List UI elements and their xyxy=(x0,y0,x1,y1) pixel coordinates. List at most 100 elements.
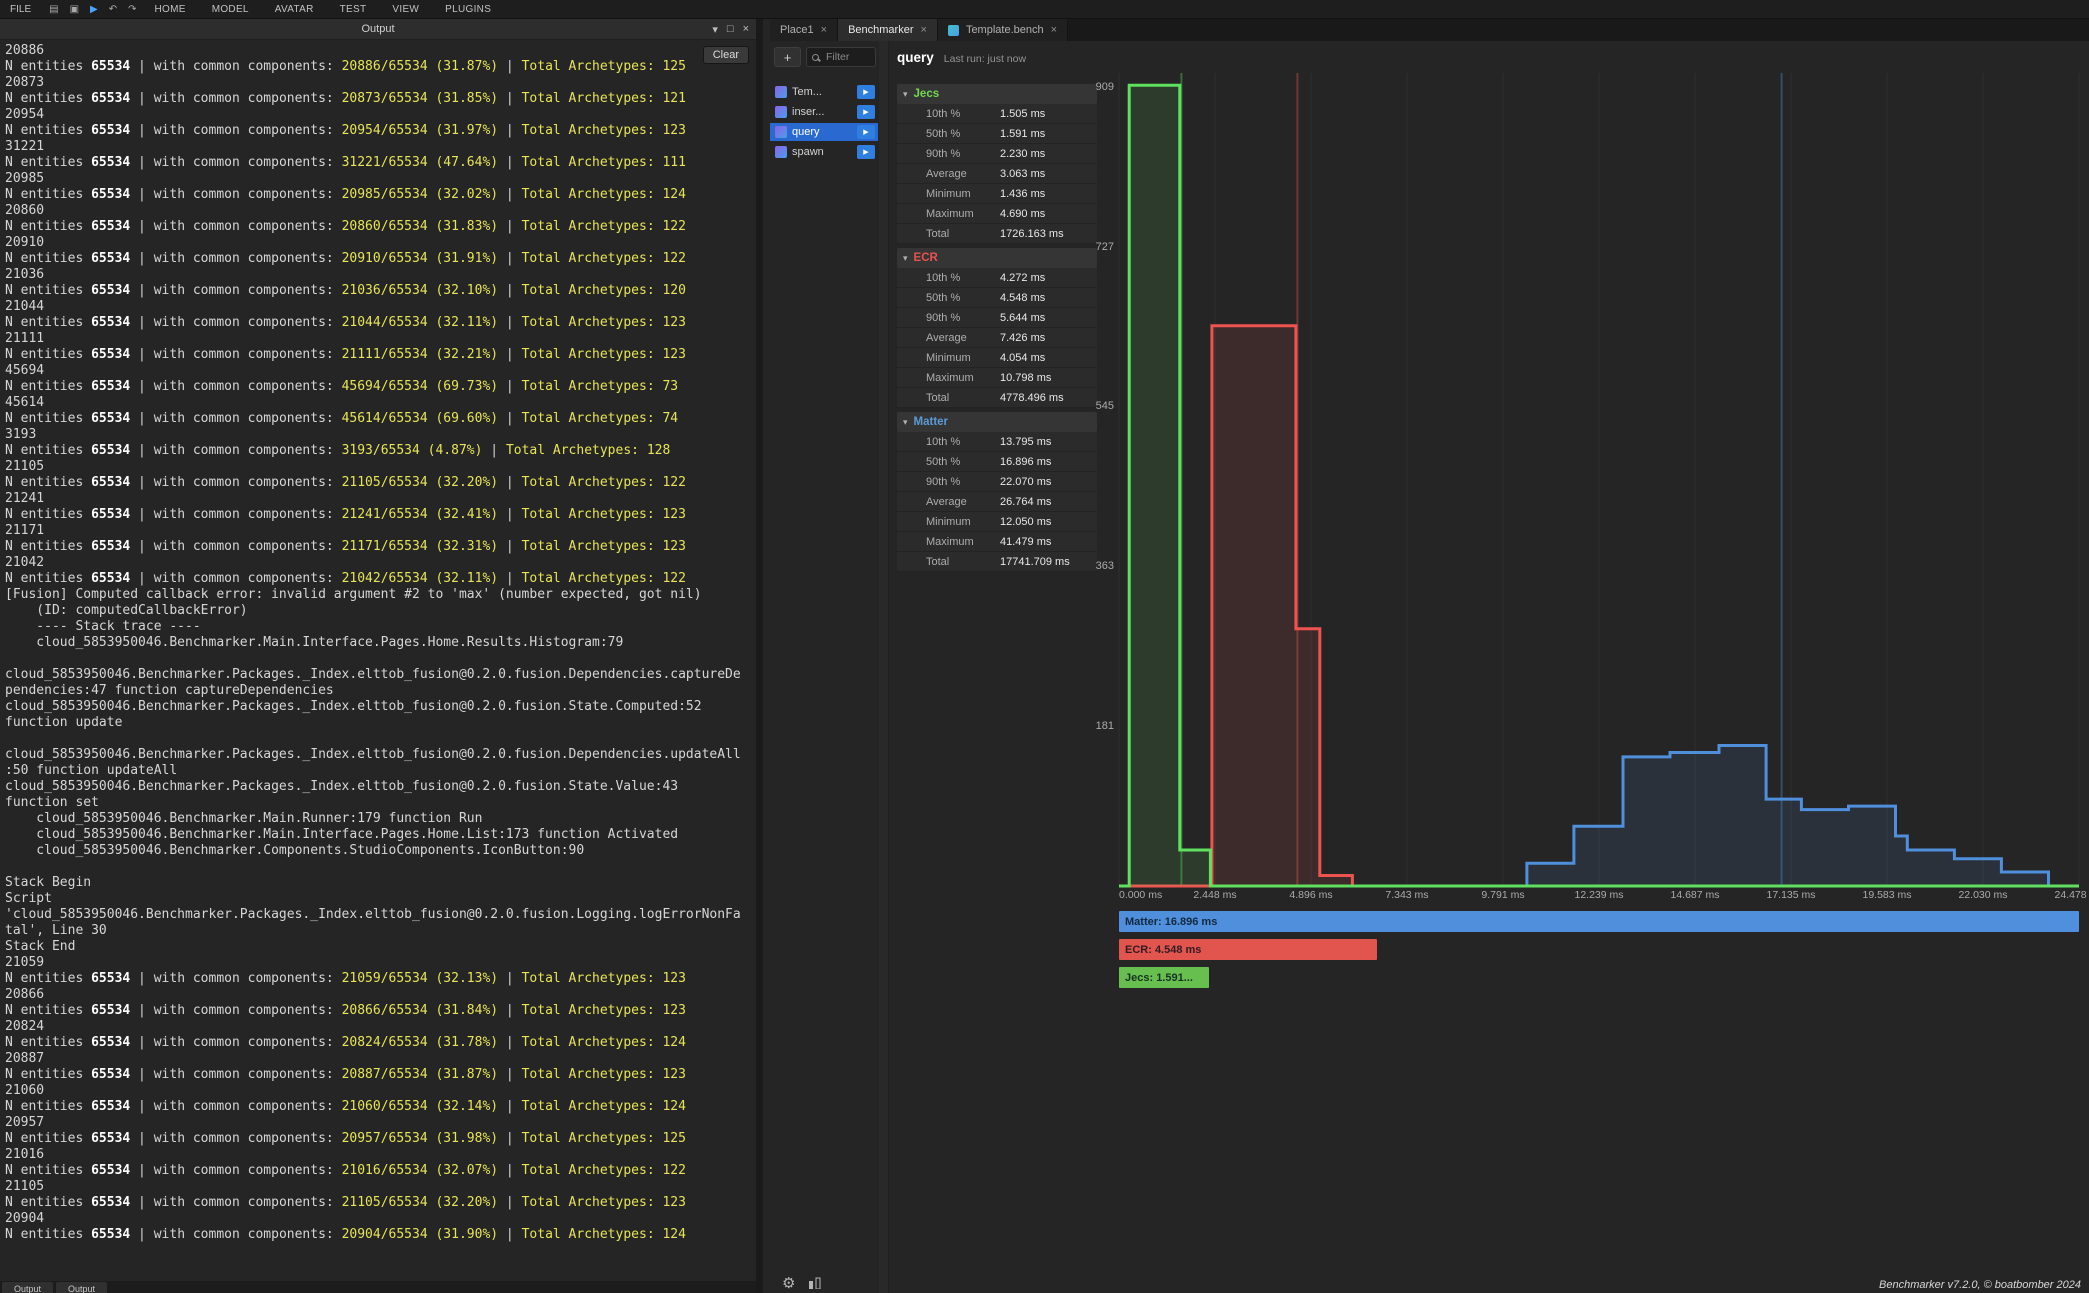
benchmark-item-inser[interactable]: inser...▶ xyxy=(770,103,878,121)
chevron-down-icon: ▾ xyxy=(903,89,908,100)
settings-icon[interactable]: ⚙ xyxy=(782,1274,795,1292)
chevron-down-icon[interactable]: ▾ xyxy=(712,23,718,36)
output-error-line: Script xyxy=(5,891,756,907)
file-icon[interactable]: ▤ xyxy=(49,4,58,15)
stat-value: 4778.496 ms xyxy=(1000,392,1064,404)
menu-view[interactable]: VIEW xyxy=(392,4,419,15)
output-error-line: cloud_5853950046.Benchmarker.Main.Interf… xyxy=(5,635,756,651)
stat-row: 90th %5.644 ms xyxy=(897,308,1097,328)
output-error-line: cloud_5853950046.Benchmarker.Components.… xyxy=(5,843,756,859)
y-tick-label: 181 xyxy=(1062,720,1114,735)
stat-label: 90th % xyxy=(926,148,1000,160)
close-icon[interactable]: × xyxy=(1051,24,1057,36)
tab-place1[interactable]: Place1× xyxy=(770,19,838,41)
filter-box[interactable] xyxy=(806,47,876,67)
benchmark-file-icon xyxy=(775,126,787,138)
output-error-line: cloud_5853950046.Benchmarker.Packages._I… xyxy=(5,747,756,763)
undo-icon[interactable]: ↶ xyxy=(109,4,117,15)
x-tick-label: 9.791 ms xyxy=(1481,889,1524,901)
entity-count-line: 45614 xyxy=(5,395,756,411)
entity-detail-line: N entities 65534 | with common component… xyxy=(5,1195,756,1211)
stats-sections: ▾Jecs10th %1.505 ms50th %1.591 ms90th %2… xyxy=(897,84,1097,576)
entity-count-line: 21105 xyxy=(5,1179,756,1195)
x-tick-label: 22.030 ms xyxy=(1958,889,2007,901)
legend-bar-ecr: ECR: 4.548 ms xyxy=(1119,939,1377,960)
output-dock-tab[interactable]: Output xyxy=(2,1282,53,1293)
output-error-line: function update xyxy=(5,715,756,731)
stat-label: 10th % xyxy=(926,272,1000,284)
stat-value: 16.896 ms xyxy=(1000,456,1051,468)
tab-benchmarker[interactable]: Benchmarker× xyxy=(838,19,938,41)
run-play-icon[interactable]: ▶ xyxy=(857,85,875,99)
stat-row: Maximum10.798 ms xyxy=(897,368,1097,388)
menu-model[interactable]: MODEL xyxy=(212,4,249,15)
close-icon[interactable]: × xyxy=(743,23,749,35)
sidebar-divider[interactable] xyxy=(878,41,889,1293)
menu-avatar[interactable]: AVATAR xyxy=(275,4,314,15)
output-error-line xyxy=(5,651,756,667)
entity-detail-line: N entities 65534 | with common component… xyxy=(5,187,756,203)
menu-plugins[interactable]: PLUGINS xyxy=(445,4,491,15)
entity-detail-line: N entities 65534 | with common component… xyxy=(5,1131,756,1147)
stats-section-jecs: ▾Jecs10th %1.505 ms50th %1.591 ms90th %2… xyxy=(897,84,1097,244)
stat-row: 10th %1.505 ms xyxy=(897,104,1097,124)
benchmark-item-Tem[interactable]: Tem... ▶ xyxy=(770,83,878,101)
stat-row: Minimum4.054 ms xyxy=(897,348,1097,368)
stat-value: 1726.163 ms xyxy=(1000,228,1064,240)
stat-row: 90th %2.230 ms xyxy=(897,144,1097,164)
benchmark-file-icon xyxy=(775,86,787,98)
entity-count-line: 21016 xyxy=(5,1147,756,1163)
output-error-line: pendencies:47 function captureDependenci… xyxy=(5,683,756,699)
stat-value: 4.690 ms xyxy=(1000,208,1045,220)
output-error-line: ---- Stack trace ---- xyxy=(5,619,756,635)
close-icon[interactable]: × xyxy=(921,24,927,36)
menu-home[interactable]: HOME xyxy=(155,4,186,15)
add-benchmark-button[interactable]: + xyxy=(774,47,801,67)
stat-row: Minimum12.050 ms xyxy=(897,512,1097,532)
stat-row: Average3.063 ms xyxy=(897,164,1097,184)
run-play-icon[interactable]: ▶ xyxy=(857,125,875,139)
entity-count-line: 31221 xyxy=(5,139,756,155)
filter-input[interactable] xyxy=(824,50,870,64)
stat-label: Average xyxy=(926,332,1000,344)
tab-template-bench[interactable]: Template.bench× xyxy=(938,19,1068,41)
menu-test[interactable]: TEST xyxy=(340,4,367,15)
save-icon[interactable]: ▣ xyxy=(70,4,79,15)
entity-detail-line: N entities 65534 | with common component… xyxy=(5,971,756,987)
entity-detail-line: N entities 65534 | with common component… xyxy=(5,315,756,331)
output-dock-tab[interactable]: Output xyxy=(56,1282,107,1293)
close-icon[interactable]: × xyxy=(821,24,827,36)
output-error-line: function set xyxy=(5,795,756,811)
entity-detail-line: N entities 65534 | with common component… xyxy=(5,475,756,491)
entity-detail-line: N entities 65534 | with common component… xyxy=(5,539,756,555)
run-play-icon[interactable]: ▶ xyxy=(857,105,875,119)
output-panel-header[interactable]: Output ▾□× xyxy=(0,19,756,40)
stat-value: 5.644 ms xyxy=(1000,312,1045,324)
benchmark-file-icon xyxy=(775,106,787,118)
output-error-line: [Fusion] Computed callback error: invali… xyxy=(5,587,756,603)
stat-label: Total xyxy=(926,228,1000,240)
menu-file[interactable]: FILE xyxy=(10,4,31,15)
histogram-chart xyxy=(1110,71,2089,901)
play-icon[interactable]: ▶ xyxy=(90,4,98,15)
benchmark-item-spawn[interactable]: spawn▶ xyxy=(770,143,878,161)
stat-label: Maximum xyxy=(926,372,1000,384)
entity-detail-line: N entities 65534 | with common component… xyxy=(5,283,756,299)
entity-detail-line: N entities 65534 | with common component… xyxy=(5,1099,756,1115)
float-window-icon[interactable]: □ xyxy=(727,23,734,35)
stat-label: 90th % xyxy=(926,476,1000,488)
entity-count-line: 21171 xyxy=(5,523,756,539)
benchmark-item-query[interactable]: query▶ xyxy=(770,123,878,141)
run-play-icon[interactable]: ▶ xyxy=(857,145,875,159)
export-icon[interactable] xyxy=(808,1277,822,1292)
output-error-line: Stack Begin xyxy=(5,875,756,891)
stat-value: 2.230 ms xyxy=(1000,148,1045,160)
clear-button[interactable]: Clear xyxy=(703,46,749,64)
redo-icon[interactable]: ↷ xyxy=(128,4,136,15)
entity-count-line: 21036 xyxy=(5,267,756,283)
benchmark-item-label: Tem... xyxy=(792,86,852,98)
stat-label: Maximum xyxy=(926,208,1000,220)
credit-text: Benchmarker v7.2.0, © boatbomber 2024 xyxy=(1879,1279,2081,1291)
output-error-line: :50 function updateAll xyxy=(5,763,756,779)
output-log[interactable]: 20886N entities 65534 | with common comp… xyxy=(0,40,756,1281)
